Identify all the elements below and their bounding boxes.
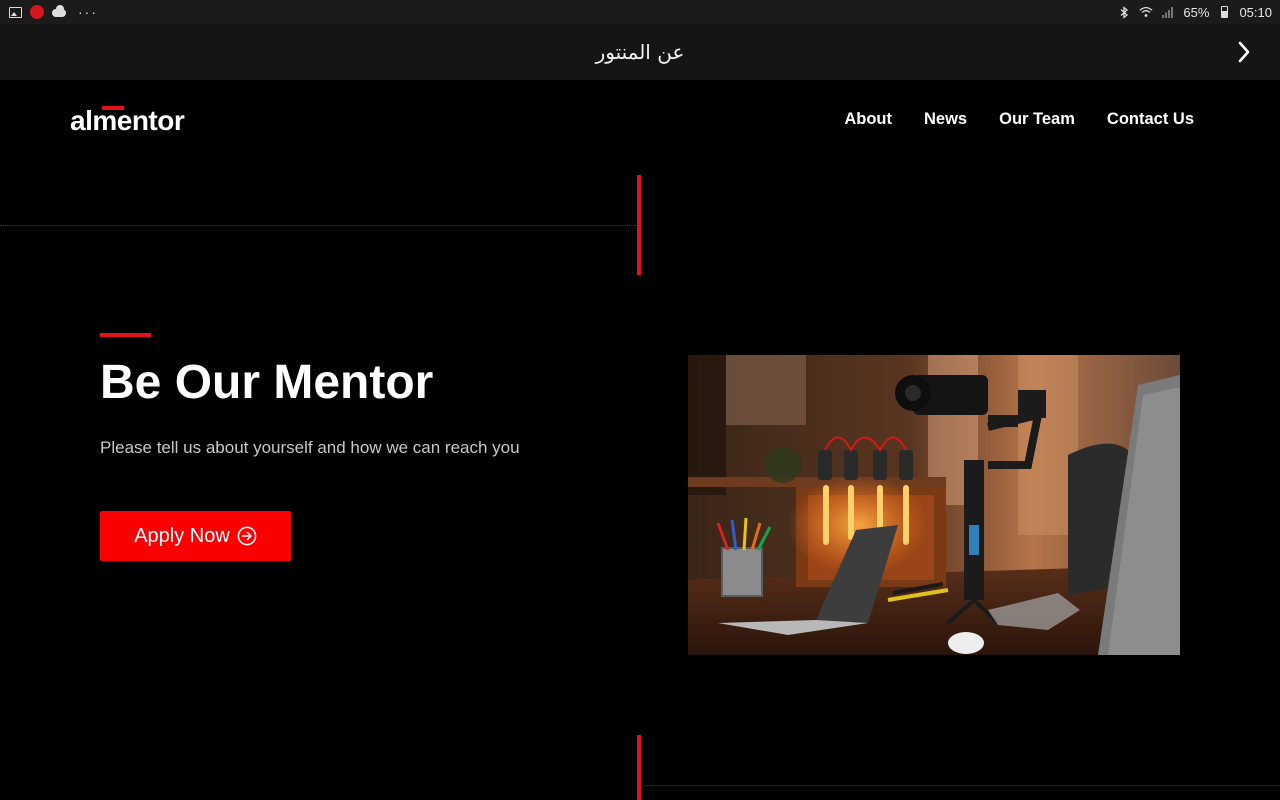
chevron-right-icon: [1238, 41, 1250, 63]
nav-link-our-team[interactable]: Our Team: [999, 110, 1075, 129]
almentor-logo[interactable]: almentor: [70, 105, 185, 137]
hero-subtitle: Please tell us about yourself and how we…: [100, 438, 520, 457]
logo-text: almentor: [70, 105, 185, 136]
dotted-divider-left: [0, 225, 636, 226]
apply-now-label: Apply Now: [134, 524, 230, 547]
page-title: عن المنتور: [595, 40, 685, 64]
nav-link-about[interactable]: About: [844, 110, 892, 129]
main-nav: About News Our Team Contact Us: [844, 110, 1194, 129]
logo-accent-bar: [102, 106, 124, 110]
clock: 05:10: [1239, 4, 1272, 20]
apply-now-button[interactable]: Apply Now: [100, 511, 291, 561]
more-notifications-icon: ···: [78, 4, 98, 20]
arrow-right-circle-icon: [237, 526, 257, 546]
cloud-icon: [52, 5, 66, 19]
status-notifications: ···: [8, 5, 98, 19]
status-bar: ··· 65% 05:10: [0, 0, 1280, 24]
hero-accent-bar: [100, 333, 151, 337]
webview-title-bar: عن المنتور: [0, 24, 1280, 80]
dotted-divider-right: [644, 785, 1280, 786]
nav-link-news[interactable]: News: [924, 110, 967, 129]
battery-icon: [1217, 5, 1231, 19]
red-accent-line-bottom: [637, 735, 641, 800]
bluetooth-icon: [1117, 5, 1131, 19]
site-header: almentor About News Our Team Contact Us: [0, 80, 1280, 160]
red-accent-line-top: [637, 175, 641, 275]
signal-icon: [1161, 5, 1175, 19]
hero-title: Be Our Mentor: [100, 356, 434, 409]
app-notification-icon: [30, 5, 44, 19]
nav-link-contact-us[interactable]: Contact Us: [1107, 110, 1194, 129]
status-system: 65% 05:10: [1117, 5, 1272, 20]
forward-button[interactable]: [1230, 38, 1258, 66]
gallery-icon: [8, 5, 22, 19]
battery-percent: 65%: [1183, 4, 1210, 20]
wifi-icon: [1139, 5, 1153, 19]
hero-photo-workspace: [688, 355, 1180, 655]
